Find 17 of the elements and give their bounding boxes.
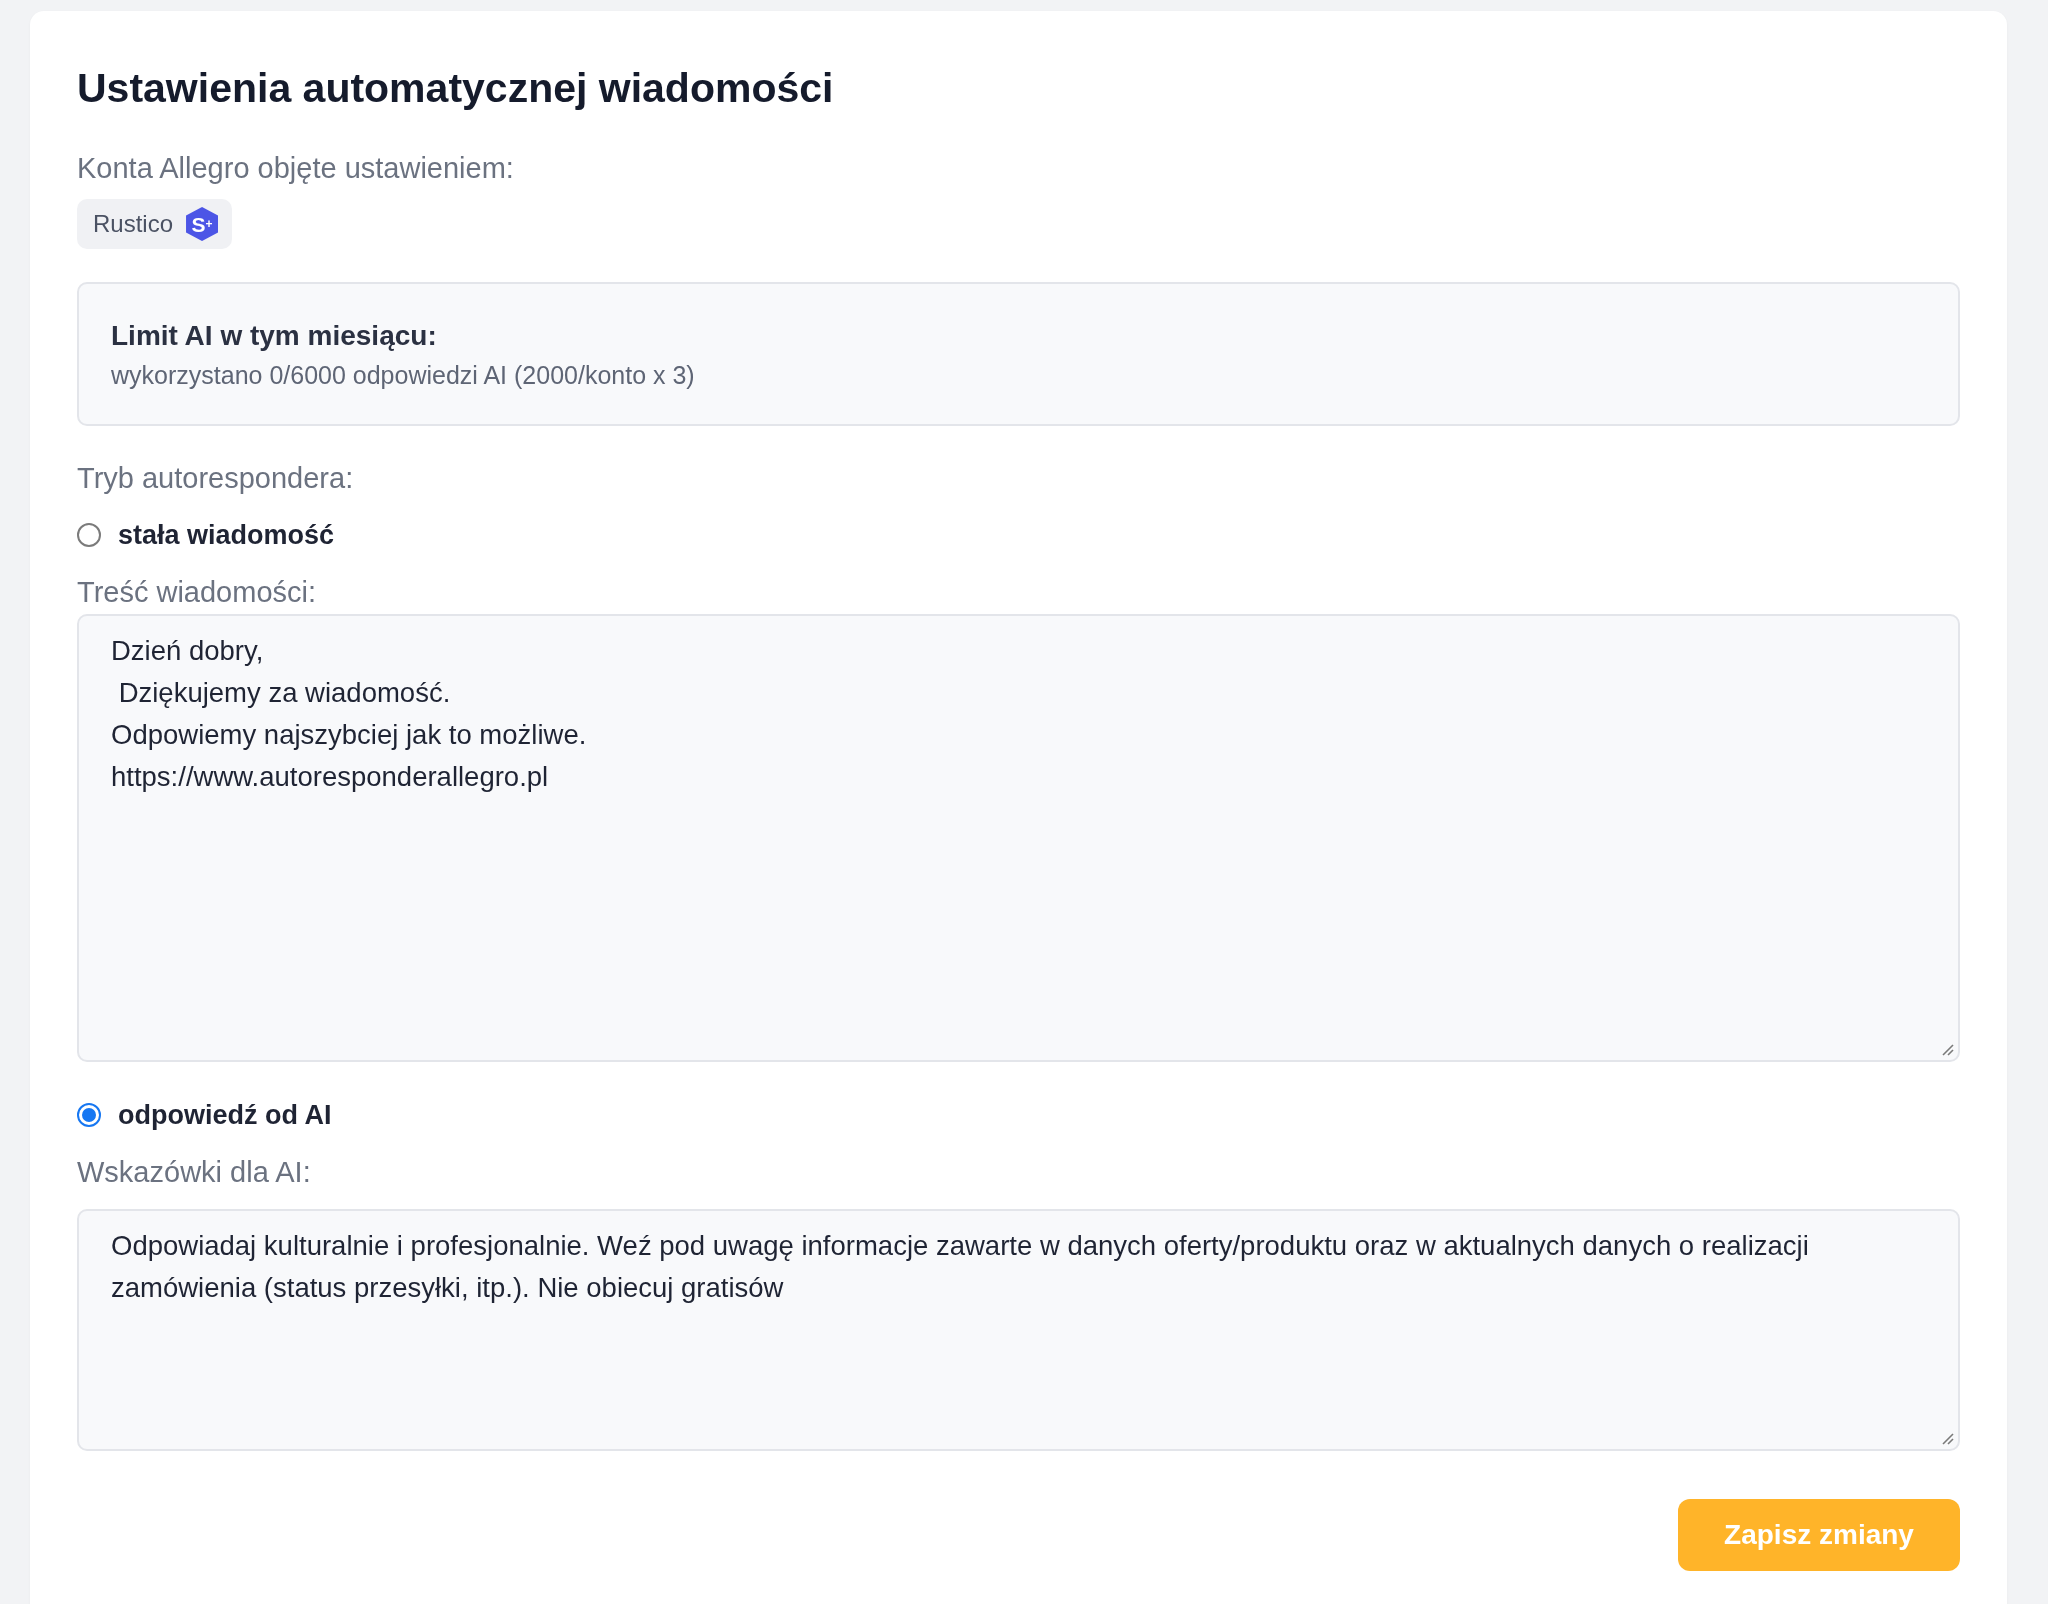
field-label: Treść wiadomości: [77,576,318,608]
account-name: Rustico [93,209,174,239]
radio-label[interactable]: stała wiadomość [118,519,335,551]
accounts-label: Konta Allegro objęte ustawieniem: [77,152,515,184]
mode-label: Tryb autorespondera: [77,462,355,494]
message-textarea[interactable]: Odpowiadaj kulturalnie i profesjonalnie. Weź pod uwagę informacje zawarte w danych oferty/produktu oraz w aktualnych danych o realizacji zamówienia (status przesyłki, itp.). Nie obiecuj gratisów [77,1209,1960,1451]
message-textarea[interactable]: Dzień dobry, Dziękujemy za wiadomość. Odpowiemy najszybciej jak to możliwe. https://www.autoresponderallegro.pl [77,614,1960,1062]
ai-limit-usage: wykorzystano 0/6000 odpowiedzi AI (2000/konto x 3) [111,361,696,389]
radio-label[interactable]: odpowiedź od AI [118,1099,332,1131]
page-title: Ustawienia automatycznej wiadomości [77,65,835,111]
plan-badge: S$^{+}$ [186,207,219,241]
ai-limit-title: Limit AI w tym miesiącu: [111,320,438,352]
resize-handle-icon[interactable] [1942,1044,1954,1056]
field-label: Wskazówki dla AI: [77,1156,312,1188]
radio-button[interactable] [77,523,101,547]
resize-handle-icon[interactable] [1942,1433,1954,1445]
radio-button[interactable] [77,1103,101,1127]
